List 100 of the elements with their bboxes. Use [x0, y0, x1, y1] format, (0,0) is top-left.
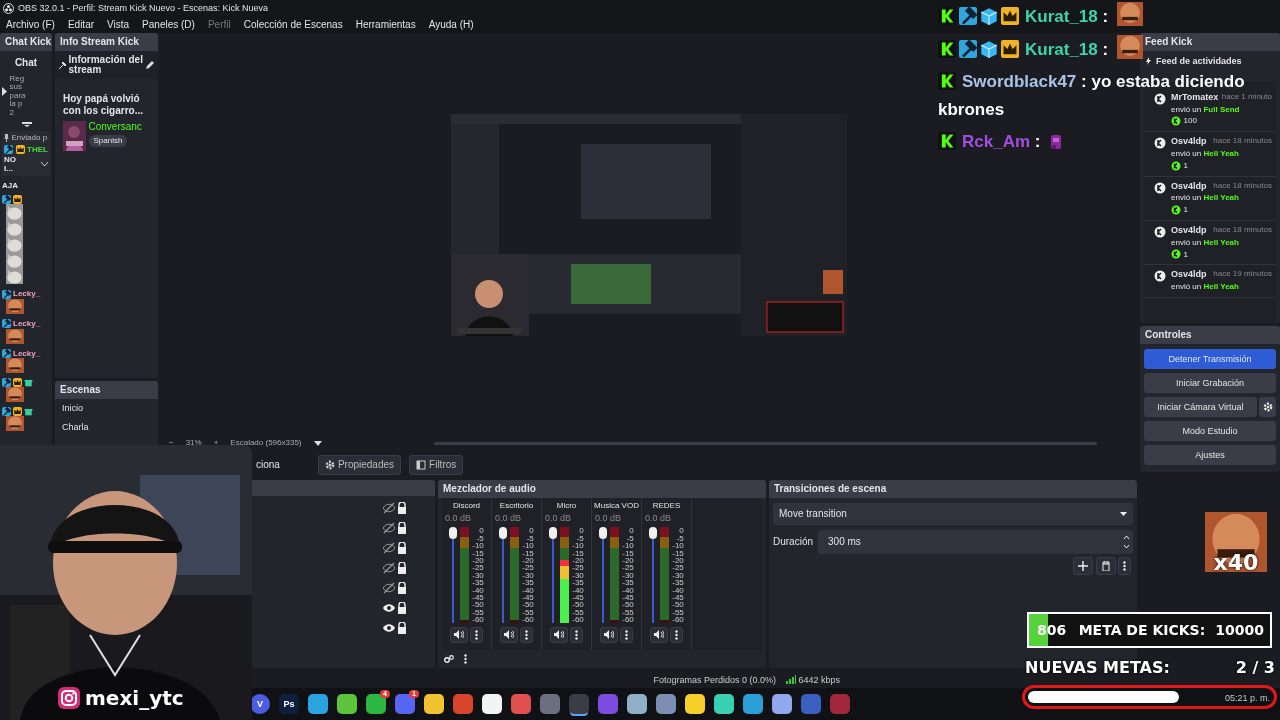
pencil-icon[interactable]: [146, 61, 154, 69]
dots-icon: [475, 629, 479, 640]
speaker-icon: [653, 630, 664, 640]
eye-slash-icon[interactable]: [382, 522, 395, 534]
properties-button[interactable]: Propiedades: [317, 455, 402, 475]
menu-item[interactable]: Vista: [107, 18, 130, 31]
eye-slash-icon[interactable]: [382, 542, 395, 554]
lock-icon[interactable]: [397, 582, 407, 594]
timestamp: hace 18 minutos: [1213, 136, 1272, 147]
control-button[interactable]: Iniciar Grabación: [1144, 373, 1276, 393]
app-icon[interactable]: [482, 694, 502, 714]
lock-icon[interactable]: [397, 602, 407, 614]
more-button[interactable]: [1118, 557, 1131, 575]
app-icon[interactable]: [656, 694, 676, 714]
timestamp: hace 18 minutos: [1213, 224, 1272, 236]
volume-slider[interactable]: [499, 527, 508, 624]
lock-icon[interactable]: [397, 542, 407, 554]
app-icon[interactable]: [772, 694, 792, 714]
eye-slash-icon[interactable]: [382, 502, 395, 514]
scale-label: -60: [472, 616, 484, 624]
menu-item[interactable]: Herramientas: [355, 18, 416, 31]
volume-slider[interactable]: [549, 527, 558, 624]
eye-slash-icon[interactable]: [382, 562, 395, 574]
coin-icon: [1171, 204, 1181, 215]
eye-icon[interactable]: [382, 602, 395, 614]
scale-label: -55: [522, 608, 534, 617]
app-icon[interactable]: [308, 694, 328, 714]
delete-button[interactable]: [1095, 557, 1116, 575]
dots-icon[interactable]: [464, 654, 467, 664]
slider-thumb[interactable]: [599, 527, 608, 540]
app-icon[interactable]: Ps: [279, 694, 299, 714]
control-button[interactable]: Modo Estudio: [1144, 421, 1276, 441]
slider-thumb[interactable]: [449, 527, 458, 540]
app-icon[interactable]: [743, 694, 763, 714]
slider-thumb[interactable]: [649, 527, 658, 540]
filters-button[interactable]: Filtros: [409, 455, 464, 475]
control-button[interactable]: Iniciar Cámara Virtual: [1144, 397, 1257, 417]
eye-icon[interactable]: [382, 622, 395, 634]
dock-title[interactable]: Mezclador de audio: [438, 480, 766, 498]
chevron-icon[interactable]: [41, 161, 48, 167]
menu-item[interactable]: Colección de Escenas: [243, 18, 343, 31]
lock-icon[interactable]: [397, 502, 407, 514]
mute-button[interactable]: [449, 626, 468, 643]
speaker-icon: [503, 630, 514, 640]
app-icon[interactable]: [627, 694, 647, 714]
app-icon[interactable]: [685, 694, 705, 714]
zoom-in-button[interactable]: +: [213, 438, 219, 448]
slider-thumb[interactable]: [499, 527, 508, 540]
crown-icon: [13, 407, 22, 417]
scale-label: -20: [472, 557, 484, 565]
lock-icon[interactable]: [397, 622, 407, 634]
dock-title[interactable]: Escenas: [55, 381, 158, 399]
menu-item[interactable]: Ayuda (H): [428, 18, 474, 31]
dock-title[interactable]: Controles: [1140, 326, 1280, 344]
control-button[interactable]: Detener Transmisión: [1144, 349, 1276, 369]
app-icon[interactable]: [337, 694, 357, 714]
category-link[interactable]: Conversanc: [88, 121, 142, 133]
dock-title[interactable]: Transiciones de escena: [769, 480, 1137, 498]
scene-item[interactable]: Charla: [55, 417, 158, 437]
more-button[interactable]: [570, 626, 584, 643]
zoom-out-button[interactable]: −: [169, 438, 174, 448]
volume-slider[interactable]: [449, 527, 458, 624]
volume-slider[interactable]: [649, 527, 658, 624]
scale-label: 0: [678, 527, 684, 535]
panel-header: Información del stream: [68, 55, 144, 75]
eye-slash-icon[interactable]: [382, 582, 395, 594]
dock-title[interactable]: Feed Kick: [1140, 33, 1280, 51]
app-icon[interactable]: [424, 694, 444, 714]
menu-item[interactable]: Paneles (D): [142, 18, 195, 31]
hammer-icon: [2, 195, 11, 205]
menu-item[interactable]: Editar: [67, 18, 95, 31]
more-button[interactable]: [520, 626, 534, 643]
lock-icon[interactable]: [397, 522, 407, 534]
lock-icon[interactable]: [397, 562, 407, 574]
dock-title[interactable]: Chat Kick: [0, 33, 52, 51]
amount: 1: [1183, 249, 1188, 260]
gears-icon[interactable]: [444, 655, 454, 663]
more-button[interactable]: [670, 626, 684, 643]
more-button[interactable]: [470, 626, 484, 643]
pinned-label: Enviado p: [11, 132, 48, 143]
menu-item[interactable]: Archivo (F): [6, 18, 55, 31]
dock-title[interactable]: Info Stream Kick: [55, 33, 158, 51]
slider-thumb[interactable]: [549, 527, 558, 540]
control-button[interactable]: Ajustes: [1144, 445, 1276, 465]
more-button[interactable]: [620, 626, 634, 643]
app-icon[interactable]: [714, 694, 734, 714]
mute-button[interactable]: [549, 626, 568, 643]
duration-field[interactable]: 300 ms: [818, 530, 1133, 554]
scene-item[interactable]: Inicio: [55, 399, 158, 418]
mute-button[interactable]: [649, 626, 668, 643]
caret-icon[interactable]: [313, 440, 322, 446]
settings-button[interactable]: [1259, 397, 1276, 417]
volume-slider[interactable]: [599, 527, 608, 624]
mute-button[interactable]: [599, 626, 618, 643]
add-button[interactable]: [1073, 557, 1093, 575]
app-icon[interactable]: V: [250, 694, 270, 714]
coin-icon: [1171, 160, 1181, 171]
transition-select[interactable]: Move transition: [773, 503, 1133, 525]
username: Osv4ldp: [1171, 136, 1207, 147]
mute-button[interactable]: [499, 626, 518, 643]
